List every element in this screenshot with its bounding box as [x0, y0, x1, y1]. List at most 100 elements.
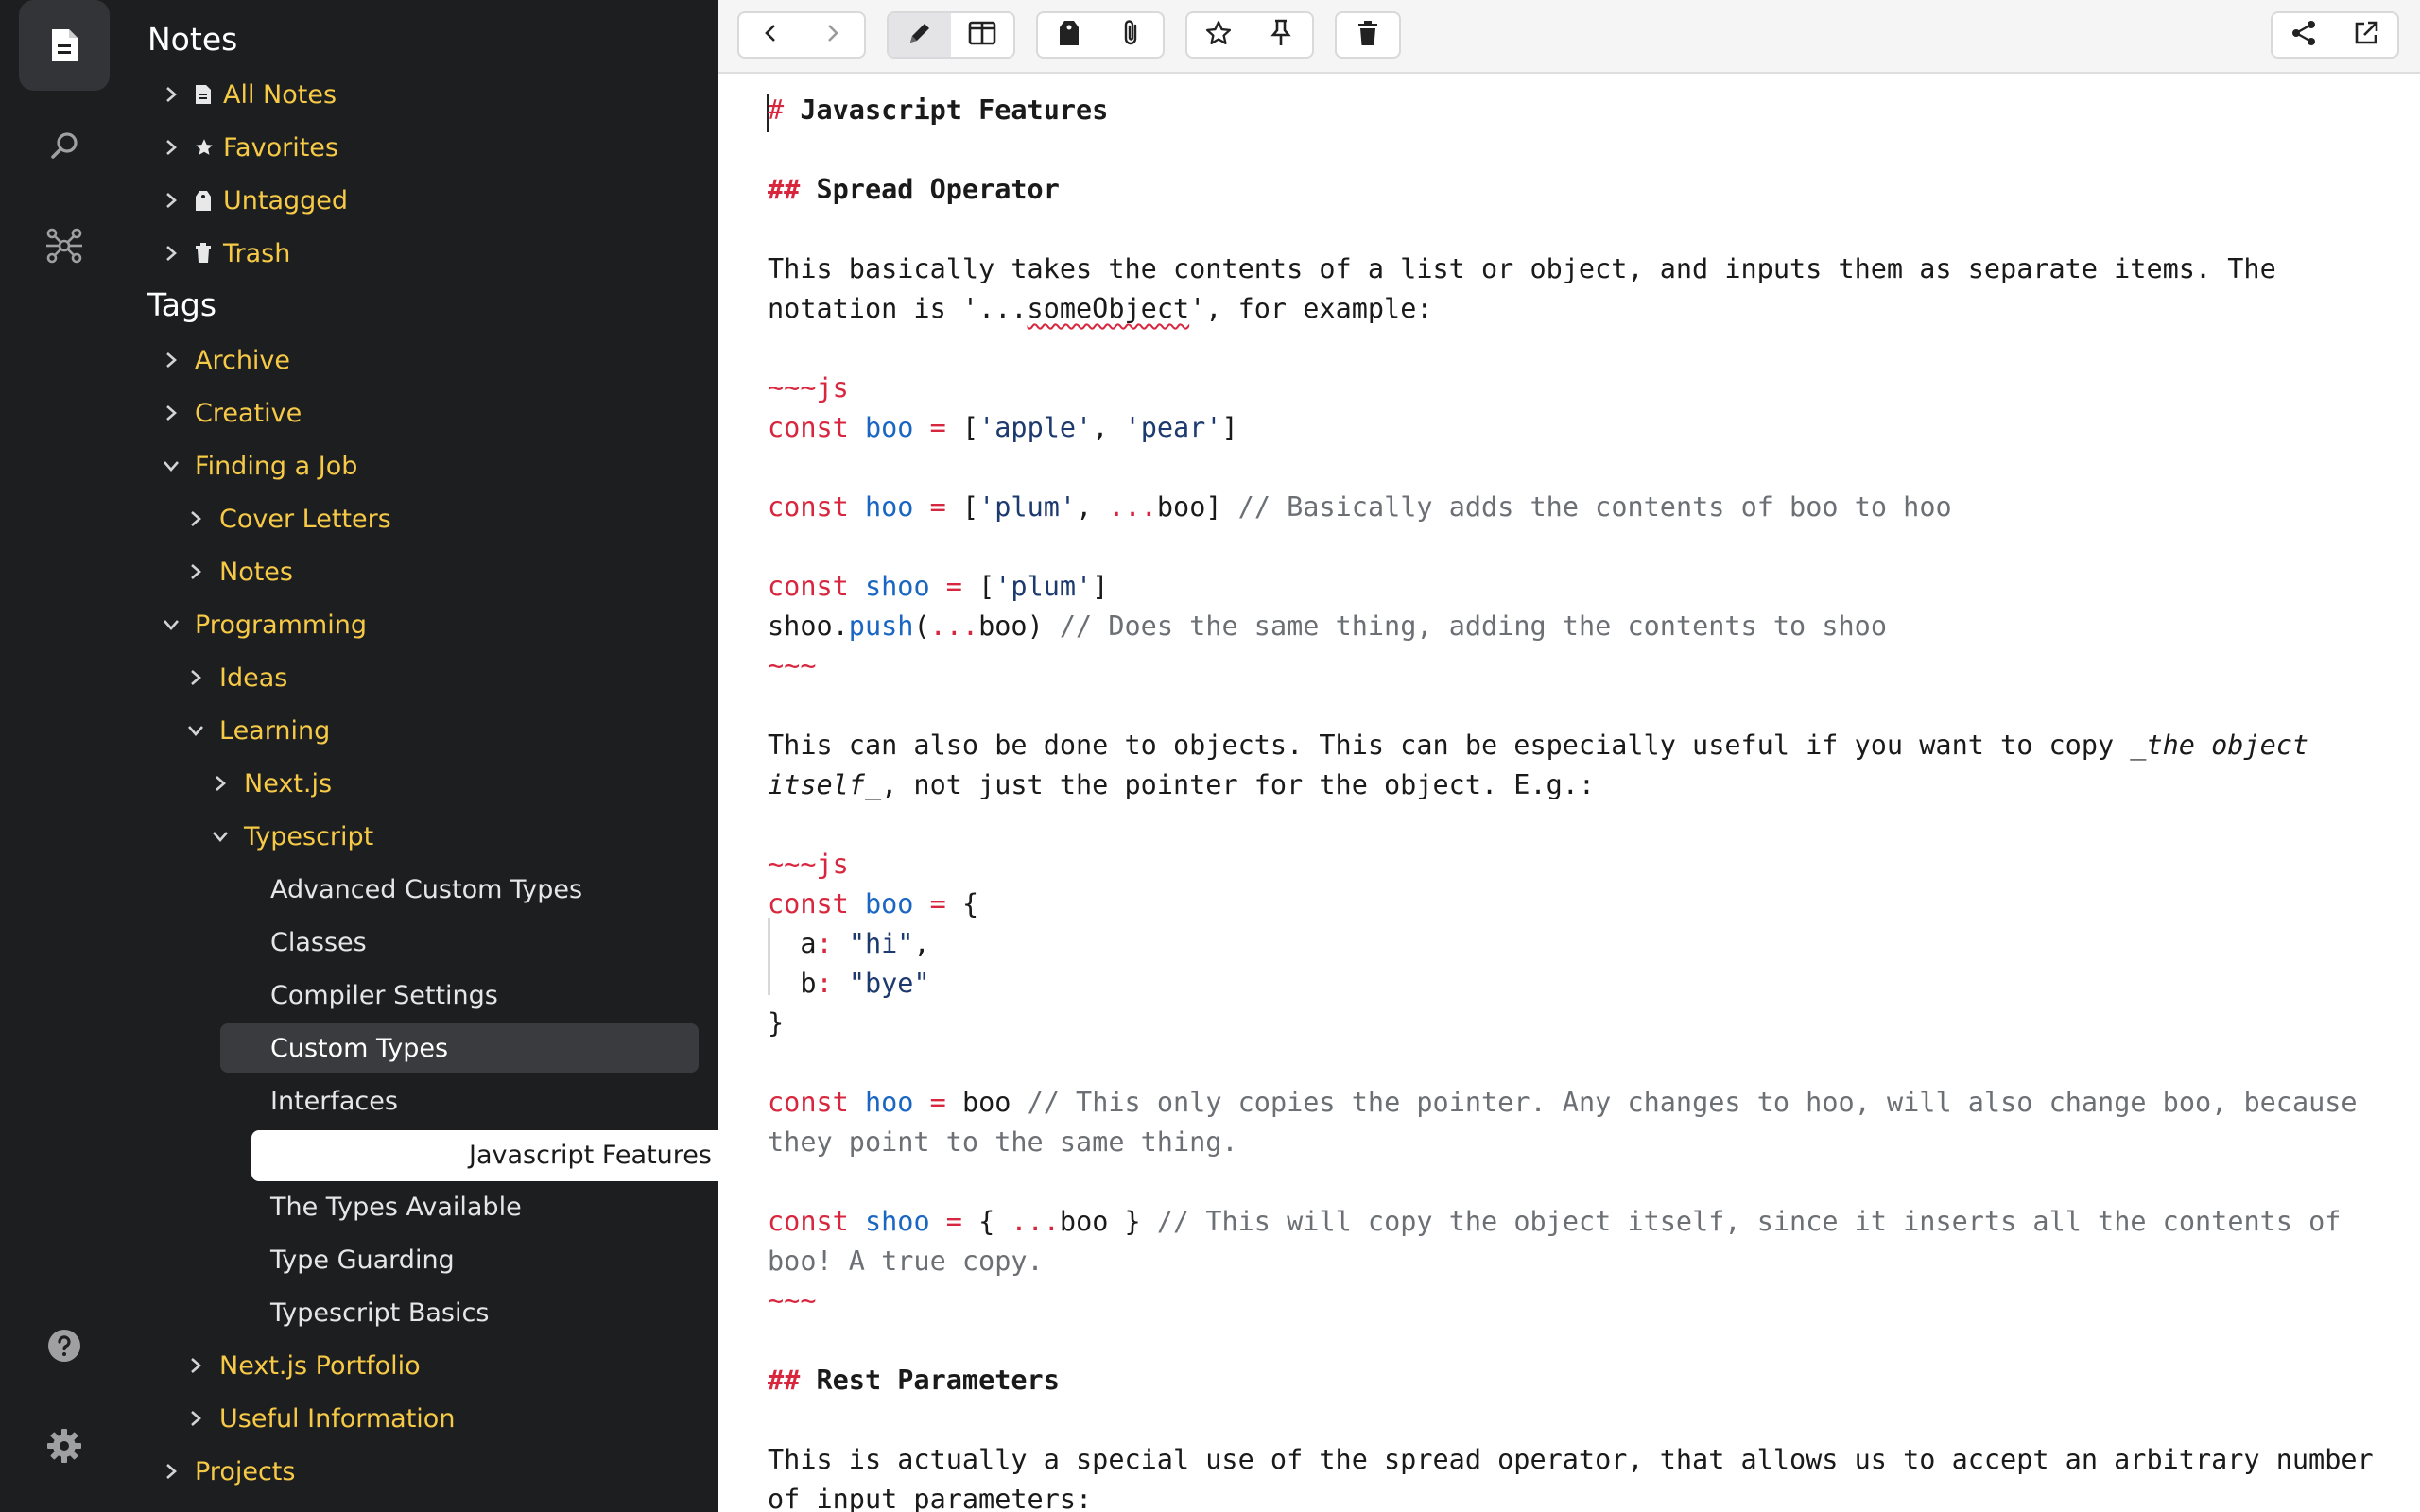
help-button[interactable] [19, 1300, 110, 1391]
note-meta-group [1036, 11, 1165, 59]
chevron-right-icon[interactable] [208, 771, 233, 796]
chevron-down-icon[interactable] [159, 454, 183, 478]
tag-label: Notes [219, 557, 293, 587]
chevron-down-icon[interactable] [208, 824, 233, 849]
chevron-down-icon[interactable] [159, 612, 183, 637]
note-item[interactable]: The Types Available [270, 1183, 522, 1230]
note-item[interactable]: Classes [270, 919, 367, 966]
graph-view-button[interactable] [19, 200, 110, 291]
sidebar-item-all-notes[interactable]: All Notes [159, 71, 337, 118]
star-icon [195, 136, 214, 159]
paragraph-line: This is actually a special use of the sp… [768, 1444, 2374, 1475]
notes-view-button[interactable] [19, 0, 110, 91]
chevron-right-icon[interactable] [183, 559, 208, 584]
chevron-right-icon[interactable] [183, 507, 208, 531]
note-item-current[interactable]: Javascript Features [469, 1131, 712, 1178]
tag-label: Useful Information [219, 1403, 456, 1434]
tag-label: Creative [195, 398, 302, 428]
forward-button[interactable] [802, 13, 864, 57]
sidebar-item-trash[interactable]: Trash [159, 230, 290, 277]
sidebar-tag-nextjs[interactable]: Next.js [208, 760, 332, 807]
tag-label: Typescript [244, 821, 374, 851]
notes-section-title: Notes [147, 21, 238, 58]
sidebar-tag-finding-a-job[interactable]: Finding a Job [159, 442, 357, 490]
sidebar-tag-typescript[interactable]: Typescript [208, 813, 373, 860]
code-fence-close: ~~~ [768, 650, 817, 681]
share-icon [2290, 19, 2318, 51]
editor-toolbar [718, 0, 2420, 74]
share-button[interactable] [2273, 13, 2335, 57]
tag-button[interactable] [1038, 13, 1100, 57]
chevron-down-icon[interactable] [183, 718, 208, 743]
sidebar-tag-nextjs-portfolio[interactable]: Next.js Portfolio [183, 1342, 421, 1389]
chevron-right-icon[interactable] [159, 82, 183, 107]
code-line: const hoo = ['plum', ...boo] // Basicall… [768, 491, 1952, 523]
pin-button[interactable] [1250, 13, 1312, 57]
trash-button[interactable] [1337, 13, 1399, 57]
spellcheck-word: someObject [1027, 293, 1190, 324]
tag-label: Projects [195, 1456, 296, 1486]
tag-label: Next.js [244, 768, 333, 799]
split-view-button[interactable] [951, 13, 1013, 57]
note-item[interactable]: Advanced Custom Types [270, 866, 582, 913]
chevron-right-icon[interactable] [159, 348, 183, 372]
chevron-right-icon[interactable] [159, 241, 183, 266]
chevron-right-icon[interactable] [183, 665, 208, 690]
code-line: const boo = { [768, 888, 979, 919]
split-view-icon [968, 21, 996, 49]
chevron-right-icon[interactable] [183, 1353, 208, 1378]
chevron-right-icon[interactable] [159, 135, 183, 160]
search-view-button[interactable] [19, 100, 110, 191]
sidebar-tag-ideas[interactable]: Ideas [183, 654, 287, 701]
graph-icon [45, 227, 83, 265]
favorite-button[interactable] [1187, 13, 1250, 57]
tag-icon [195, 189, 214, 212]
chevron-right-icon[interactable] [159, 401, 183, 425]
history-group [737, 11, 866, 59]
note-item[interactable]: Compiler Settings [270, 971, 498, 1019]
note-item[interactable]: Interfaces [270, 1077, 398, 1125]
sidebar-tag-notes[interactable]: Notes [183, 548, 293, 595]
attachment-icon [1121, 18, 1142, 52]
markdown-editor[interactable]: # Javascript Features ## Spread Operator… [718, 74, 2420, 1512]
sidebar-tag-learning[interactable]: Learning [183, 707, 330, 754]
settings-icon [46, 1428, 82, 1464]
heading-1: # Javascript Features [768, 94, 1109, 126]
note-item[interactable]: Typescript Basics [270, 1289, 489, 1336]
sidebar-tag-cover-letters[interactable]: Cover Letters [183, 495, 391, 542]
back-button[interactable] [739, 13, 802, 57]
attachment-button[interactable] [1100, 13, 1163, 57]
settings-button[interactable] [19, 1400, 110, 1491]
sidebar-item-untagged[interactable]: Untagged [159, 177, 348, 224]
edit-icon [907, 20, 933, 50]
sidebar-tag-archive[interactable]: Archive [159, 336, 290, 384]
sidebar-item-favorites[interactable]: Favorites [159, 124, 338, 171]
tag-label: Archive [195, 345, 291, 375]
sidebar-tag-projects[interactable]: Projects [159, 1448, 295, 1495]
sidebar-tag-programming[interactable]: Programming [159, 601, 367, 648]
icon-rail [0, 0, 127, 1512]
code-line: const shoo = { ...boo } // This will cop… [768, 1206, 2342, 1237]
sidebar-item-label: Favorites [223, 132, 338, 163]
edit-mode-button[interactable] [889, 13, 951, 57]
code-line: shoo.push(...boo) // Does the same thing… [768, 610, 1887, 642]
paragraph-line: This basically takes the contents of a l… [768, 253, 2276, 284]
code-fence-close: ~~~ [768, 1285, 817, 1316]
sidebar-tag-creative[interactable]: Creative [159, 389, 302, 437]
sidebar-tag-useful-information[interactable]: Useful Information [183, 1395, 455, 1442]
code-line: const boo = ['apple', 'pear'] [768, 412, 1238, 443]
note-item[interactable]: Type Guarding [270, 1236, 455, 1283]
tag-label: Finding a Job [195, 451, 358, 481]
note-item-selected[interactable]: Custom Types [270, 1024, 448, 1072]
chevron-right-icon[interactable] [183, 1406, 208, 1431]
star-pin-group [1185, 11, 1314, 59]
chevron-right-icon[interactable] [159, 188, 183, 213]
code-line: they point to the same thing. [768, 1126, 1238, 1158]
open-external-icon [2353, 20, 2379, 50]
chevron-right-icon[interactable] [159, 1459, 183, 1484]
sidebar-item-label: All Notes [223, 79, 337, 110]
tag-label: Cover Letters [219, 504, 391, 534]
open-external-button[interactable] [2335, 13, 2397, 57]
code-line: a: "hi", [768, 928, 930, 959]
sidebar: Notes All Notes Favorites Untagged Trash… [127, 0, 718, 1512]
